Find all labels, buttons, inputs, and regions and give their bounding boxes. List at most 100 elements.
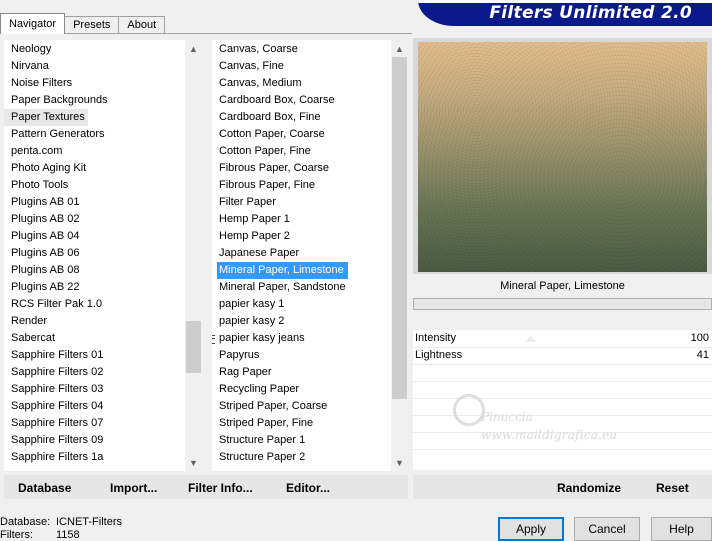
list-item[interactable]: Papyrus (212, 347, 391, 364)
category-scroll-thumb[interactable] (186, 321, 201, 373)
param-lightness[interactable]: Lightness 41 (413, 347, 712, 364)
category-list[interactable]: Neology Nirvana Noise Filters Paper Backgro… (4, 40, 202, 471)
cancel-button[interactable]: Cancel (574, 517, 640, 541)
list-item[interactable]: Paper Textures (4, 109, 185, 126)
tab-presets[interactable]: Presets (64, 16, 120, 34)
list-item[interactable]: Plugins AB 22 (4, 279, 185, 296)
list-item[interactable]: Hemp Paper 1 (212, 211, 391, 228)
database-button[interactable]: Database (18, 481, 71, 495)
list-item[interactable]: Nirvana (4, 58, 185, 75)
list-item[interactable]: Cotton Paper, Fine (212, 143, 391, 160)
scroll-up-icon[interactable]: ▲ (391, 40, 408, 57)
list-item-label: Plugins AB 06 (11, 247, 80, 259)
status-area: Database: ICNET-Filters Filters: 1158 (0, 516, 130, 541)
list-item-label: papier kasy 1 (219, 298, 285, 310)
list-item[interactable]: Mineral Paper, Sandstone (212, 279, 391, 296)
list-item[interactable]: Cardboard Box, Coarse (212, 92, 391, 109)
import-button[interactable]: Import... (110, 481, 157, 495)
help-button[interactable]: Help (651, 517, 712, 541)
category-scrollbar[interactable]: ▲ ▼ (185, 40, 202, 471)
list-item[interactable]: Plugins AB 04 (4, 228, 185, 245)
list-item[interactable]: Neology (4, 41, 185, 58)
list-item-label: papier kasy 2 (219, 315, 285, 327)
list-item-label: RCS Filter Pak 1.0 (11, 298, 103, 310)
list-item[interactable]: Striped Paper, Coarse (212, 398, 391, 415)
list-item[interactable]: Paper Backgrounds (4, 92, 185, 109)
apply-button[interactable]: Apply (498, 517, 564, 541)
progress-bar (413, 298, 712, 310)
list-item[interactable]: papier kasy 1 (212, 296, 391, 313)
list-item-label: Structure Paper 2 (219, 451, 306, 463)
list-item-label: Photo Tools (11, 179, 69, 191)
list-item-label: Cotton Paper, Fine (219, 145, 311, 157)
list-item[interactable]: Cardboard Box, Fine (212, 109, 391, 126)
list-item[interactable]: Noise Filters (4, 75, 185, 92)
list-item-label: Plugins AB 02 (11, 213, 80, 225)
list-item-label: Rag Paper (219, 366, 272, 378)
list-item[interactable]: Cotton Paper, Coarse (212, 126, 391, 143)
filter-scroll-thumb[interactable] (392, 57, 407, 399)
list-item[interactable]: Fibrous Paper, Coarse (212, 160, 391, 177)
list-item[interactable]: papier kasy 2 (212, 313, 391, 330)
list-item[interactable]: Japanese Paper (212, 245, 391, 262)
status-database: Database: ICNET-Filters (0, 516, 130, 529)
list-item-label: Sapphire Filters 04 (11, 400, 104, 412)
list-item-label: Hemp Paper 2 (219, 230, 290, 242)
list-item[interactable]: penta.com (4, 143, 185, 160)
list-item[interactable]: Recycling Paper (212, 381, 391, 398)
list-item[interactable]: Striped Paper, Fine (212, 415, 391, 432)
list-item[interactable]: Pattern Generators (4, 126, 185, 143)
list-item[interactable]: Hemp Paper 2 (212, 228, 391, 245)
list-item[interactable]: Fibrous Paper, Fine (212, 177, 391, 194)
list-item-label: Mineral Paper, Limestone (217, 262, 348, 279)
tab-navigator[interactable]: Navigator (0, 13, 66, 34)
tab-about[interactable]: About (118, 16, 166, 34)
list-item[interactable]: Canvas, Fine (212, 58, 391, 75)
editor-button[interactable]: Editor... (286, 481, 330, 495)
filter-info-button[interactable]: Filter Info... (188, 481, 253, 495)
list-item[interactable]: Canvas, Medium (212, 75, 391, 92)
list-item[interactable]: Photo Tools (4, 177, 185, 194)
list-item-label: Cotton Paper, Coarse (219, 128, 325, 140)
list-item[interactable]: Plugins AB 08 (4, 262, 185, 279)
list-item[interactable]: Canvas, Coarse (212, 41, 391, 58)
list-item[interactable]: Rag Paper (212, 364, 391, 381)
list-item-label: Hemp Paper 1 (219, 213, 290, 225)
list-item[interactable]: Sapphire Filters 09 (4, 432, 185, 449)
list-item[interactable]: Plugins AB 01 (4, 194, 185, 211)
preview-image[interactable] (418, 42, 707, 272)
list-item-label: Mineral Paper, Sandstone (219, 281, 346, 293)
list-item[interactable]: papier kasy jeans (212, 330, 391, 347)
list-item-label: Fibrous Paper, Coarse (219, 162, 330, 174)
list-item[interactable]: Sabercat (4, 330, 185, 347)
list-item[interactable]: Sapphire Filters 01 (4, 347, 185, 364)
filter-list[interactable]: Canvas, Coarse Canvas, Fine Canvas, Medium… (212, 40, 408, 471)
reset-button[interactable]: Reset (656, 481, 689, 495)
list-item[interactable]: Sapphire Filters 1a (4, 449, 185, 466)
list-item[interactable]: Sapphire Filters 02 (4, 364, 185, 381)
param-intensity[interactable]: Intensity 100 (413, 330, 712, 347)
list-item[interactable]: Render (4, 313, 185, 330)
list-item[interactable]: Structure Paper 1 (212, 432, 391, 449)
list-item[interactable]: Sapphire Filters 04 (4, 398, 185, 415)
list-item-label: penta.com (11, 145, 63, 157)
list-item[interactable]: Sapphire Filters 07 (4, 415, 185, 432)
filter-scrollbar[interactable]: ▲ ▼ (391, 40, 408, 471)
list-item[interactable]: RCS Filter Pak 1.0 (4, 296, 185, 313)
randomize-button[interactable]: Randomize (557, 481, 621, 495)
list-item[interactable]: Filter Paper (212, 194, 391, 211)
list-item-label: Plugins AB 04 (11, 230, 80, 242)
list-item[interactable]: Photo Aging Kit (4, 160, 185, 177)
list-item[interactable]: Plugins AB 02 (4, 211, 185, 228)
list-item-label: Filter Paper (219, 196, 276, 208)
scroll-down-icon[interactable]: ▼ (391, 454, 408, 471)
list-item[interactable]: Structure Paper 2 (212, 449, 391, 466)
list-item-label: Photo Aging Kit (11, 162, 87, 174)
list-item[interactable]: Mineral Paper, Limestone (212, 262, 391, 279)
list-item-label: Structure Paper 1 (219, 434, 306, 446)
scroll-up-icon[interactable]: ▲ (185, 40, 202, 57)
list-item-label: papier kasy jeans (212, 330, 391, 347)
scroll-down-icon[interactable]: ▼ (185, 454, 202, 471)
list-item[interactable]: Plugins AB 06 (4, 245, 185, 262)
list-item[interactable]: Sapphire Filters 03 (4, 381, 185, 398)
